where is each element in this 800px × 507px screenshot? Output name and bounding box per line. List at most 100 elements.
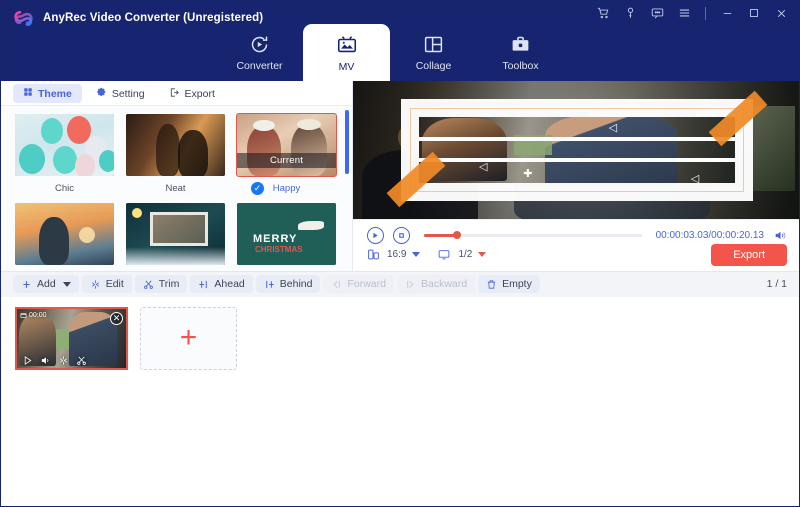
tab-toolbox-label: Toolbox	[502, 60, 538, 72]
move-forward-icon	[331, 279, 342, 290]
theme-item-christmas-eve[interactable]: Christmas Eve	[126, 203, 225, 271]
close-icon[interactable]: ✕	[110, 312, 123, 325]
grid-icon	[23, 87, 33, 100]
feedback-icon[interactable]	[649, 5, 665, 21]
ahead-button[interactable]: Ahead	[190, 275, 252, 293]
trim-button[interactable]: Trim	[135, 275, 188, 293]
menu-icon[interactable]	[676, 5, 692, 21]
move-backward-icon	[405, 279, 416, 290]
key-icon[interactable]	[622, 5, 638, 21]
edit-icon	[90, 279, 101, 290]
stop-icon[interactable]	[393, 227, 410, 244]
title-bar: AnyRec Video Converter (Unregistered) Co…	[1, 1, 799, 81]
volume-icon[interactable]	[40, 355, 51, 366]
video-preview[interactable]: ◁ ◁ ✚ ◁	[353, 81, 799, 219]
edit-button-label: Edit	[106, 278, 124, 290]
edit-button[interactable]: Edit	[82, 275, 132, 293]
backward-button: Backward	[397, 275, 475, 293]
scale-dropdown[interactable]: 1/2	[458, 249, 486, 260]
main-tabs: Converter MV	[216, 23, 564, 81]
theme-thumbnail	[15, 203, 114, 265]
left-panel: Theme Setting Expo	[1, 81, 353, 271]
theme-label: Happy	[273, 183, 300, 194]
decor-mark: ✚	[523, 167, 532, 180]
subtab-setting[interactable]: Setting	[86, 84, 155, 103]
theme-item-happy[interactable]: Current ✓ Happy	[237, 114, 336, 195]
insert-ahead-icon	[198, 279, 209, 290]
theme-grid: Chic Neat	[15, 114, 342, 271]
clip-timeline: 00:00 ✕ +	[1, 297, 799, 507]
theme-list-scrollbar[interactable]	[345, 110, 349, 174]
cart-icon[interactable]	[595, 5, 611, 21]
theme-thumbnail: Current	[237, 114, 336, 176]
export-button[interactable]: Export	[711, 244, 787, 266]
subtab-theme[interactable]: Theme	[13, 84, 82, 103]
maximize-button[interactable]	[746, 5, 762, 21]
theme-item-chic[interactable]: Chic	[15, 114, 114, 195]
empty-button[interactable]: Empty	[478, 275, 540, 293]
page-indicator: 1 / 1	[767, 278, 787, 290]
export-icon	[169, 87, 180, 101]
subtab-export-label: Export	[185, 88, 215, 100]
behind-button[interactable]: Behind	[256, 275, 321, 293]
clip-duration-text: 00:00	[29, 312, 47, 319]
chevron-down-icon	[412, 252, 420, 257]
tab-converter[interactable]: Converter	[216, 23, 303, 81]
edit-icon[interactable]	[58, 355, 69, 366]
timeline-clip[interactable]: 00:00 ✕	[15, 307, 128, 370]
trash-icon	[486, 279, 497, 290]
aspect-ratio-dropdown[interactable]: 16:9	[387, 249, 420, 260]
seek-bar[interactable]	[424, 234, 642, 237]
theme-current-badge: Current	[237, 153, 336, 168]
theme-thumbnail: MERRY CHRISTMAS	[237, 203, 336, 265]
chevron-down-icon	[63, 282, 71, 287]
theme-thumbnail	[126, 203, 225, 265]
check-icon: ✓	[251, 182, 264, 195]
play-icon[interactable]	[22, 355, 33, 366]
decor-mark: ◁	[691, 172, 699, 182]
behind-button-label: Behind	[280, 278, 313, 290]
infinity-logo	[13, 7, 34, 28]
scale-value: 1/2	[458, 249, 472, 260]
backward-button-label: Backward	[421, 278, 467, 290]
frame-inner-border: ◁ ◁ ✚ ◁	[410, 108, 744, 192]
aspect-ratio-value: 16:9	[387, 249, 406, 260]
seek-handle[interactable]	[453, 231, 461, 239]
ahead-button-label: Ahead	[214, 278, 244, 290]
close-button[interactable]	[773, 5, 789, 21]
aspect-ratio-icon	[367, 248, 380, 261]
gear-icon	[96, 87, 107, 101]
frame-window: ◁ ◁ ✚ ◁	[419, 117, 735, 183]
subtab-setting-label: Setting	[112, 88, 145, 100]
play-icon[interactable]	[367, 227, 384, 244]
subtab-export[interactable]: Export	[159, 84, 225, 103]
app-title: AnyRec Video Converter (Unregistered)	[43, 12, 263, 24]
add-button-label: Add	[37, 278, 56, 290]
tab-collage[interactable]: Collage	[390, 23, 477, 81]
add-button[interactable]: Add	[13, 275, 79, 293]
decor-mark: ◁	[479, 160, 487, 173]
forward-button: Forward	[323, 275, 394, 293]
trim-icon[interactable]	[76, 355, 87, 366]
collage-icon	[423, 32, 444, 56]
tab-toolbox[interactable]: Toolbox	[477, 23, 564, 81]
theme-overlay-frame: ◁ ◁ ✚ ◁	[401, 99, 753, 201]
theme-item-merry-christmas[interactable]: MERRY CHRISTMAS Merry Christmas	[237, 203, 336, 271]
add-clip-button[interactable]: +	[140, 307, 237, 370]
theme-list[interactable]: Chic Neat	[1, 106, 352, 271]
volume-icon[interactable]	[773, 229, 787, 242]
minimize-button[interactable]	[719, 5, 735, 21]
player-controls-row2: 16:9 1/2 Export	[367, 244, 787, 266]
player-controls-row1: 00:00:03.03/00:00:20.13	[367, 227, 787, 244]
toolbox-icon	[510, 32, 531, 56]
theme-item-neat[interactable]: Neat	[126, 114, 225, 195]
theme-item-simple[interactable]: Simple	[15, 203, 114, 271]
tab-mv[interactable]: MV	[303, 24, 390, 81]
chevron-down-icon	[478, 252, 486, 257]
sub-tabs: Theme Setting Expo	[1, 81, 352, 106]
theme-label: Simple	[15, 270, 114, 271]
mv-icon	[336, 33, 358, 57]
theme-label: Christmas Eve	[126, 270, 225, 271]
app-window: AnyRec Video Converter (Unregistered) Co…	[0, 0, 800, 507]
theme-label: Chic	[15, 181, 114, 195]
